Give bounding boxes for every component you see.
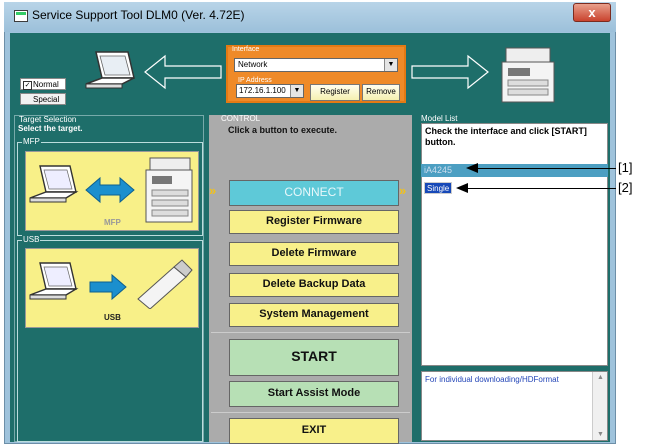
usb-target-card[interactable]: USB: [25, 248, 199, 328]
printer-icon: [145, 157, 193, 223]
description-box: For individual downloading/HDFormat: [421, 371, 608, 441]
arrow-left-icon: [144, 54, 222, 90]
mode-selector: ✓ Normal Special: [20, 78, 66, 108]
ip-address-dropdown[interactable]: 172.16.1.100 ▼: [236, 84, 304, 98]
mode-special-label: Special: [33, 95, 60, 104]
mfp-legend: MFP: [22, 137, 41, 146]
checkbox-checked-icon: ✓: [23, 81, 32, 90]
exit-button[interactable]: EXIT: [229, 418, 399, 444]
window-title: Service Support Tool DLM0 (Ver. 4.72E): [32, 8, 245, 22]
interface-legend: Interface: [232, 46, 260, 53]
model-listbox[interactable]: Check the interface and click [START] bu…: [421, 123, 608, 366]
callout-label-2: [2]: [618, 180, 633, 195]
model-item-selected[interactable]: iA4245: [421, 164, 608, 177]
divider: [211, 332, 410, 333]
mfp-target-card[interactable]: MFP: [25, 151, 199, 231]
usb-legend: USB: [22, 235, 41, 244]
register-button[interactable]: Register: [310, 84, 360, 101]
mfp-label: MFP: [104, 218, 121, 227]
bidirectional-arrow-icon: [85, 176, 135, 204]
chevron-double-right-icon: »: [399, 183, 407, 198]
chevron-double-right-icon: »: [209, 183, 217, 198]
connect-button[interactable]: CONNECT: [229, 180, 399, 206]
callout-arrowhead-icon: [456, 183, 468, 193]
laptop-icon: [29, 262, 79, 300]
app-icon: [14, 10, 28, 22]
callout-line-1: [476, 168, 616, 169]
laptop-icon: [29, 165, 79, 203]
register-firmware-button[interactable]: Register Firmware: [229, 210, 399, 234]
control-legend: CONTROL: [221, 114, 261, 123]
ip-value: 172.16.1.100: [239, 86, 286, 95]
callout-line-2: [466, 188, 616, 189]
mode-special[interactable]: Special: [20, 93, 66, 105]
usb-stick-icon: [137, 259, 193, 309]
description-scrollbar[interactable]: ▲ ▼: [592, 372, 607, 440]
scroll-up-icon[interactable]: ▲: [597, 374, 604, 381]
delete-backup-data-button[interactable]: Delete Backup Data: [229, 273, 399, 297]
close-button[interactable]: x: [573, 3, 611, 22]
model-type-item[interactable]: Single: [424, 182, 452, 194]
description-text: For individual downloading/HDFormat: [425, 375, 559, 384]
model-list-legend: Model List: [421, 114, 458, 123]
start-button[interactable]: START: [229, 339, 399, 376]
laptop-icon: [85, 51, 135, 89]
mode-normal[interactable]: ✓ Normal: [20, 78, 66, 90]
model-list-prompt: Check the interface and click [START] bu…: [425, 126, 587, 147]
usb-label: USB: [104, 313, 121, 322]
arrow-right-icon: [411, 54, 489, 90]
mode-normal-label: Normal: [33, 80, 59, 89]
scroll-down-icon[interactable]: ▼: [597, 431, 604, 438]
system-management-button[interactable]: System Management: [229, 303, 399, 327]
chevron-down-icon[interactable]: ▼: [290, 85, 303, 97]
arrow-right-icon: [89, 273, 127, 301]
divider: [211, 412, 410, 413]
delete-firmware-button[interactable]: Delete Firmware: [229, 242, 399, 266]
interface-value: Network: [238, 60, 268, 69]
target-legend: Target Selection: [19, 115, 77, 124]
control-prompt: Click a button to execute.: [228, 125, 338, 135]
ip-legend: IP Address: [238, 77, 272, 84]
chevron-down-icon[interactable]: ▼: [384, 59, 397, 71]
remove-button[interactable]: Remove: [362, 84, 400, 101]
target-prompt: Select the target.: [18, 124, 83, 133]
printer-icon: [501, 47, 555, 103]
interface-dropdown[interactable]: Network ▼: [234, 58, 398, 72]
callout-label-1: [1]: [618, 160, 633, 175]
start-assist-mode-button[interactable]: Start Assist Mode: [229, 381, 399, 407]
callout-arrowhead-icon: [466, 163, 478, 173]
target-selection-panel: Target Selection Select the target. MFP …: [14, 115, 204, 442]
